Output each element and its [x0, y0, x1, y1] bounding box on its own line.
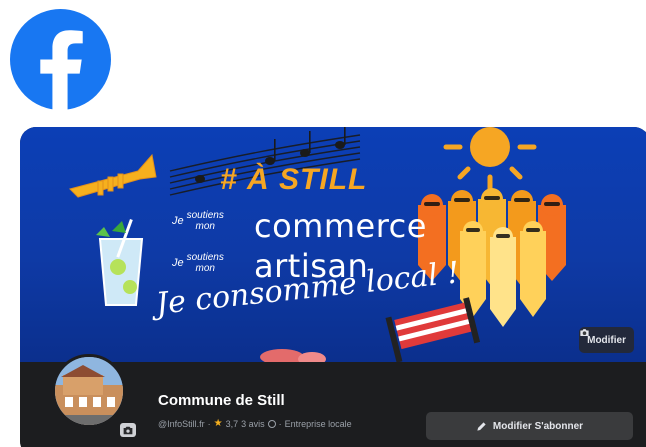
camera-icon [580, 329, 589, 336]
globe-icon [267, 419, 276, 428]
edit-subscribe-button[interactable]: Modifier S'abonner [426, 412, 633, 440]
pencil-icon [477, 421, 486, 431]
facebook-logo-icon [10, 9, 111, 110]
camera-icon [123, 426, 133, 434]
page-handle: @InfoStill.fr [158, 418, 205, 429]
page-title: Commune de Still [158, 392, 285, 409]
cover-soutiens-2: soutiens [186, 252, 224, 263]
cover-commerce: commerce [254, 207, 427, 245]
rating-value: 3,7 [225, 418, 239, 429]
star-icon: ★ [213, 418, 223, 429]
cover-hashtag: # À STILL [220, 163, 368, 196]
avatar[interactable] [52, 354, 126, 428]
cover-mon-1: mon [195, 221, 215, 232]
cover-photo: # À STILL Je soutiens mon commerce Je so… [20, 127, 646, 362]
edit-cover-button[interactable]: Modifier [579, 327, 634, 353]
edit-cover-label: Modifier [587, 334, 626, 346]
cover-je-2: Je [172, 256, 184, 269]
edit-subscribe-label: Modifier S'abonner [492, 420, 584, 432]
page-meta: @InfoStill.fr · ★ 3,7 3 avis · Entrepris… [158, 418, 352, 429]
page-category: Entreprise locale [284, 418, 352, 429]
change-avatar-button[interactable] [120, 423, 136, 437]
cover-soutiens-1: soutiens [186, 210, 224, 221]
cover-small-text: Je soutiens mon [172, 210, 224, 232]
cover-je-1: Je [172, 214, 184, 227]
cover-small-text: Je soutiens mon [172, 252, 224, 274]
reviews-count: 3 avis [241, 418, 265, 429]
cover-mon-2: mon [195, 263, 215, 274]
